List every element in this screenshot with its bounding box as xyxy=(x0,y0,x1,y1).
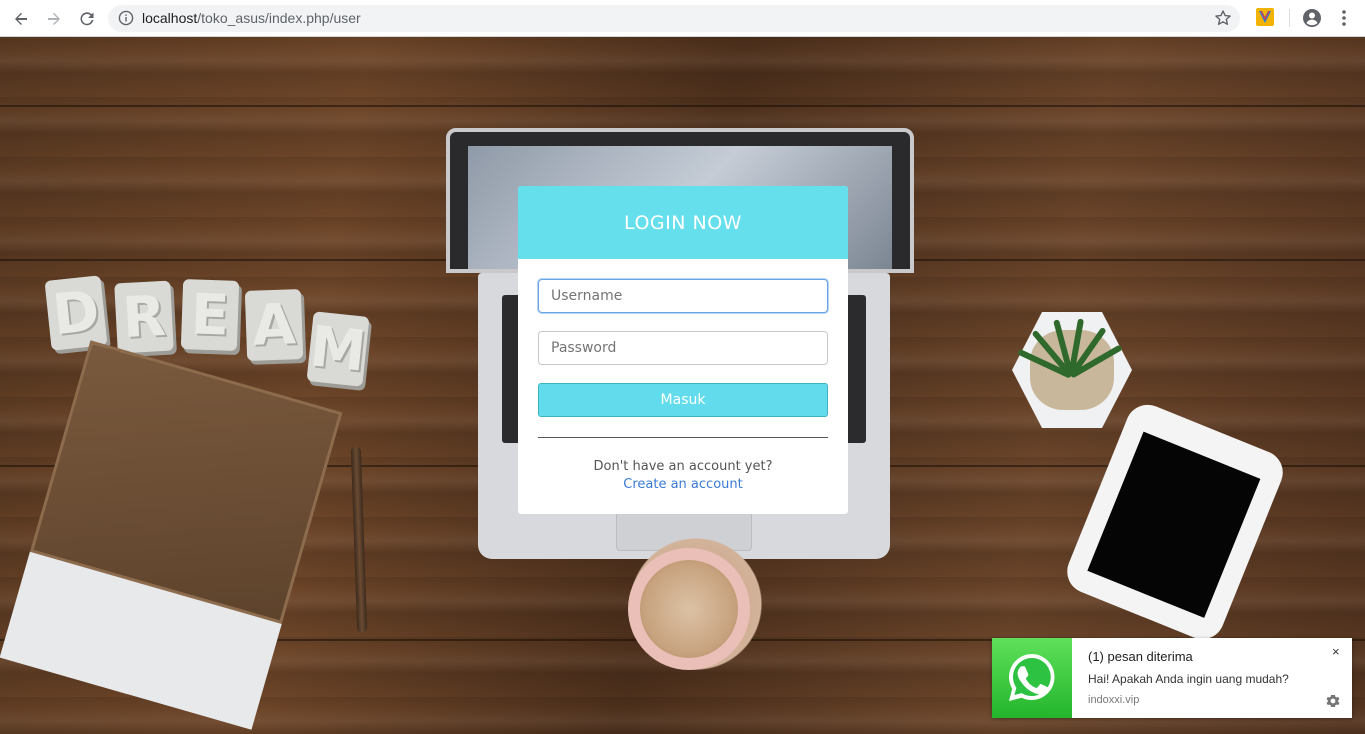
url-text: localhost/toko_asus/index.php/user xyxy=(142,10,361,26)
smartphone-screen xyxy=(1087,431,1261,618)
dream-letter: M xyxy=(306,311,370,387)
forward-button[interactable] xyxy=(41,6,67,32)
login-card: LOGIN NOW Masuk Don't have an account ye… xyxy=(518,186,848,514)
address-bar[interactable]: localhost/toko_asus/index.php/user xyxy=(108,5,1240,32)
dream-letter: D xyxy=(44,275,108,351)
forward-arrow-icon xyxy=(48,12,60,25)
divider xyxy=(538,437,828,438)
chrome-notification[interactable]: (1) pesan diterima Hai! Apakah Anda ingi… xyxy=(992,638,1352,718)
login-button[interactable]: Masuk xyxy=(538,383,828,417)
dream-letter: A xyxy=(244,289,304,361)
reload-icon xyxy=(80,12,94,26)
url-host: localhost xyxy=(142,10,198,26)
browser-toolbar: localhost/toko_asus/index.php/user xyxy=(0,0,1365,37)
info-icon[interactable] xyxy=(118,10,134,26)
extension-icon[interactable] xyxy=(1256,8,1274,26)
reload-button[interactable] xyxy=(74,6,100,32)
url-path: /toko_asus/index.php/user xyxy=(197,10,361,26)
gear-icon[interactable] xyxy=(1326,694,1340,708)
coffee xyxy=(640,560,738,658)
dream-letter: E xyxy=(180,279,240,351)
bookmark-star-icon[interactable] xyxy=(1214,9,1232,27)
back-button[interactable] xyxy=(8,6,34,32)
whatsapp-icon xyxy=(1009,654,1055,701)
login-header: LOGIN NOW xyxy=(518,186,848,259)
plank-seam xyxy=(0,105,1365,107)
account-icon[interactable] xyxy=(1302,8,1322,28)
notification-icon-box xyxy=(992,638,1072,718)
login-title: LOGIN NOW xyxy=(624,211,742,234)
dream-letter: R xyxy=(114,280,174,354)
username-input[interactable] xyxy=(538,279,828,313)
kebab-menu-icon[interactable] xyxy=(1336,8,1352,28)
back-arrow-icon xyxy=(15,12,27,25)
notification-close-button[interactable]: × xyxy=(1332,644,1340,659)
password-input[interactable] xyxy=(538,331,828,365)
notification-message: Hai! Apakah Anda ingin uang mudah? xyxy=(1088,672,1289,686)
create-account-link[interactable]: Create an account xyxy=(518,477,848,492)
no-account-text: Don't have an account yet? xyxy=(593,459,773,474)
toolbar-separator xyxy=(1289,9,1290,27)
notification-title: (1) pesan diterima xyxy=(1088,649,1193,664)
notification-source: indoxxi.vip xyxy=(1088,694,1140,706)
